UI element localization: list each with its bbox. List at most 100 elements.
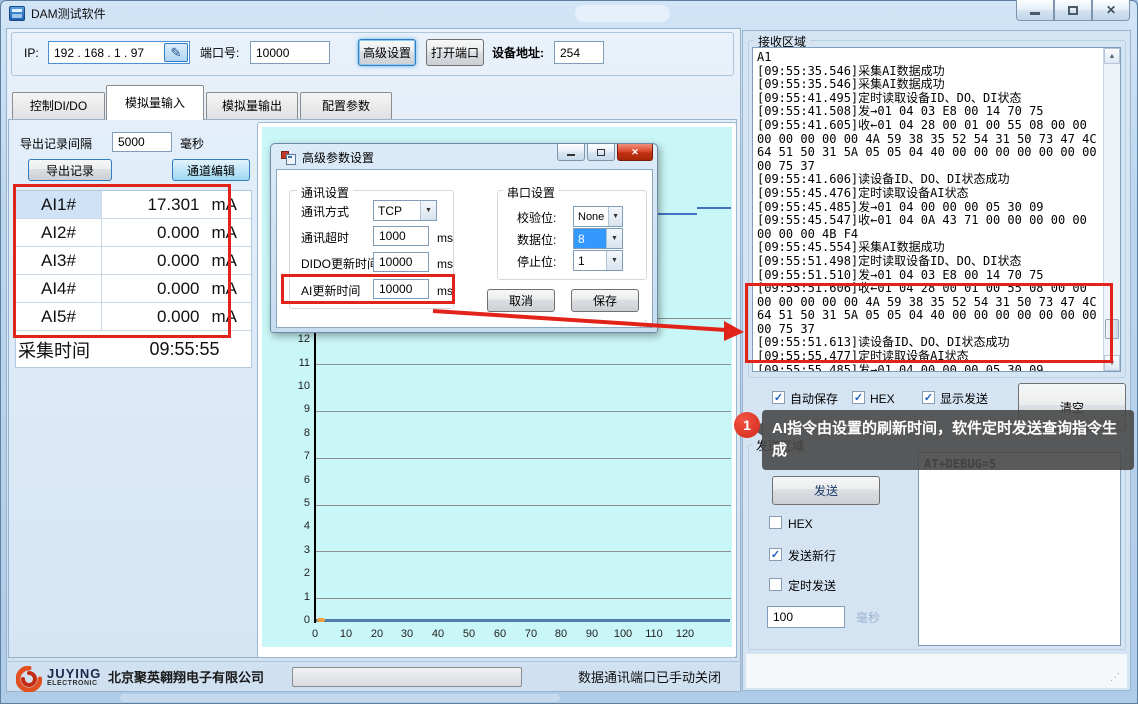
x-tick: 70	[525, 628, 537, 640]
log-line: [09:55:51.606]收←01 04 28 00 01 00 55 08 …	[757, 282, 1099, 336]
channel-edit-button[interactable]: 通道编辑	[172, 159, 250, 181]
dido-label: DIDO更新时间	[301, 258, 379, 270]
y-tick: 4	[284, 520, 310, 532]
timeout-input[interactable]: 1000	[373, 226, 429, 246]
y-tick: 0	[284, 614, 310, 626]
log-line: [09:55:55.477]定时读取设备AI状态	[757, 350, 1099, 364]
table-row[interactable]: AI2# 0.000mA	[16, 219, 251, 247]
scroll-thumb[interactable]	[1105, 319, 1119, 339]
send-interval-input[interactable]: 100	[767, 606, 845, 628]
cancel-button[interactable]: 取消	[487, 289, 555, 312]
tab-control-di-do[interactable]: 控制DI/DO	[12, 92, 105, 119]
scroll-up-button[interactable]: ▲	[1104, 48, 1120, 64]
gridline	[316, 364, 731, 365]
minimize-button[interactable]	[1016, 0, 1054, 21]
log-line: [09:55:45.476]定时读取设备AI状态	[757, 187, 1099, 201]
maximize-button[interactable]	[1054, 0, 1092, 21]
minimize-icon	[567, 154, 575, 156]
scroll-down-button[interactable]: ▼	[1104, 355, 1120, 371]
dialog-minimize-button[interactable]	[557, 144, 585, 161]
table-row[interactable]: AI3# 0.000mA	[16, 247, 251, 275]
log-line: [09:55:45.547]收←01 04 0A 43 71 00 00 00 …	[757, 214, 1099, 241]
autosave-checkbox[interactable]	[772, 391, 785, 404]
channel-cell: AI5#	[16, 303, 102, 330]
table-row[interactable]: AI4# 0.000mA	[16, 275, 251, 303]
tab-analog-output[interactable]: 模拟量输出	[206, 92, 298, 119]
dido-unit: ms	[437, 258, 453, 270]
parity-dropdown[interactable]: None ▼	[573, 206, 623, 227]
serial-settings-label: 串口设置	[503, 184, 559, 201]
dialog-maximize-button[interactable]	[587, 144, 615, 161]
close-button[interactable]: ✕	[1092, 0, 1130, 21]
timeout-unit: ms	[437, 232, 453, 244]
stopbits-label: 停止位:	[517, 256, 556, 268]
series-marker-orange	[317, 618, 325, 622]
stopbits-dropdown[interactable]: 1 ▼	[573, 250, 623, 271]
advanced-settings-dialog: 高级参数设置 ✕ 通讯设置 通讯方式 TCP ▼ 通讯超时 1000 ms DI…	[270, 143, 658, 333]
x-tick: 80	[555, 628, 567, 640]
y-tick: 7	[284, 450, 310, 462]
chevron-down-icon: ▼	[420, 201, 436, 220]
pencil-icon: ✎	[171, 45, 182, 61]
device-addr-value: 254	[560, 46, 580, 60]
send-textarea[interactable]: AT+DEBUG=5	[918, 452, 1121, 646]
export-record-button[interactable]: 导出记录	[28, 159, 112, 181]
tab-analog-input-active[interactable]: 模拟量输入	[106, 85, 204, 120]
dialog-title: 高级参数设置	[302, 152, 374, 164]
ip-edit-button[interactable]: ✎	[164, 43, 188, 62]
autosave-label: 自动保存	[790, 393, 838, 405]
chevron-down-icon: ▼	[606, 251, 622, 270]
show-send-checkbox[interactable]	[922, 391, 935, 404]
tx-hex-label: HEX	[788, 518, 813, 530]
newline-checkbox[interactable]	[769, 548, 782, 561]
table-row[interactable]: AI1# 17.301mA	[16, 191, 251, 219]
export-record-label: 导出记录	[46, 162, 94, 179]
panel-resize-grip[interactable]: ⋰	[1110, 672, 1124, 686]
log-line: [09:55:41.606]读设备ID、DO、DI状态成功	[757, 173, 1099, 187]
receive-log-area[interactable]: A1 [09:55:35.546]采集AI数据成功 [09:55:35.546]…	[752, 47, 1121, 372]
maximize-icon	[597, 149, 605, 156]
device-addr-input[interactable]: 254	[554, 41, 604, 64]
annotation-badge: 1	[734, 412, 760, 438]
x-tick: 40	[432, 628, 444, 640]
tab-label: 配置参数	[322, 100, 370, 112]
databits-dropdown[interactable]: 8 ▼	[573, 228, 623, 249]
status-message: 数据通讯端口已手动关闭	[578, 671, 721, 684]
dido-input[interactable]: 10000	[373, 252, 429, 272]
value-cell: 0.000mA	[102, 223, 251, 243]
log-scrollbar[interactable]: ▲ ▼	[1103, 48, 1120, 371]
tab-config-params[interactable]: 配置参数	[300, 92, 392, 119]
annotation-tooltip: AI指令由设置的刷新时间，软件定时发送查询指令生成	[762, 410, 1134, 470]
annotation-tooltip-text: AI指令由设置的刷新时间，软件定时发送查询指令生成	[772, 418, 1124, 462]
comm-mode-dropdown[interactable]: TCP ▼	[373, 200, 437, 221]
maximize-icon	[1068, 6, 1078, 15]
log-line: [09:55:45.485]发→01 04 00 00 00 05 30 09	[757, 201, 1099, 215]
send-button[interactable]: 发送	[772, 476, 880, 505]
logo-top-text: JUYING	[47, 667, 101, 680]
x-tick: 50	[463, 628, 475, 640]
collect-time-label: 采集时间	[16, 337, 118, 363]
ai-update-input[interactable]: 10000	[373, 279, 429, 299]
tx-hex-checkbox[interactable]	[769, 516, 782, 529]
value-cell: 0.000mA	[102, 251, 251, 271]
rx-hex-checkbox[interactable]	[852, 391, 865, 404]
parity-label: 校验位:	[517, 212, 556, 224]
table-row[interactable]: AI5# 0.000mA	[16, 303, 251, 331]
timeout-value: 1000	[379, 229, 406, 243]
advanced-settings-button[interactable]: 高级设置	[358, 39, 416, 66]
y-tick: 10	[284, 380, 310, 392]
timed-send-checkbox[interactable]	[769, 578, 782, 591]
dialog-close-button[interactable]: ✕	[617, 144, 653, 161]
send-interval-unit: 毫秒	[856, 612, 880, 624]
export-interval-label: 导出记录间隔	[20, 138, 92, 150]
save-button[interactable]: 保存	[571, 289, 639, 312]
port-input[interactable]: 10000	[250, 41, 330, 64]
export-interval-input[interactable]: 5000	[112, 132, 172, 152]
comm-settings-label: 通讯设置	[297, 184, 353, 201]
export-interval-unit: 毫秒	[180, 138, 204, 150]
channel-cell: AI1#	[16, 191, 102, 218]
window-title: DAM测试软件	[31, 8, 106, 20]
open-port-button[interactable]: 打开端口	[426, 39, 484, 66]
collect-time-value: 09:55:55	[118, 339, 251, 360]
dialog-resize-grip[interactable]: ⋰	[639, 320, 649, 328]
